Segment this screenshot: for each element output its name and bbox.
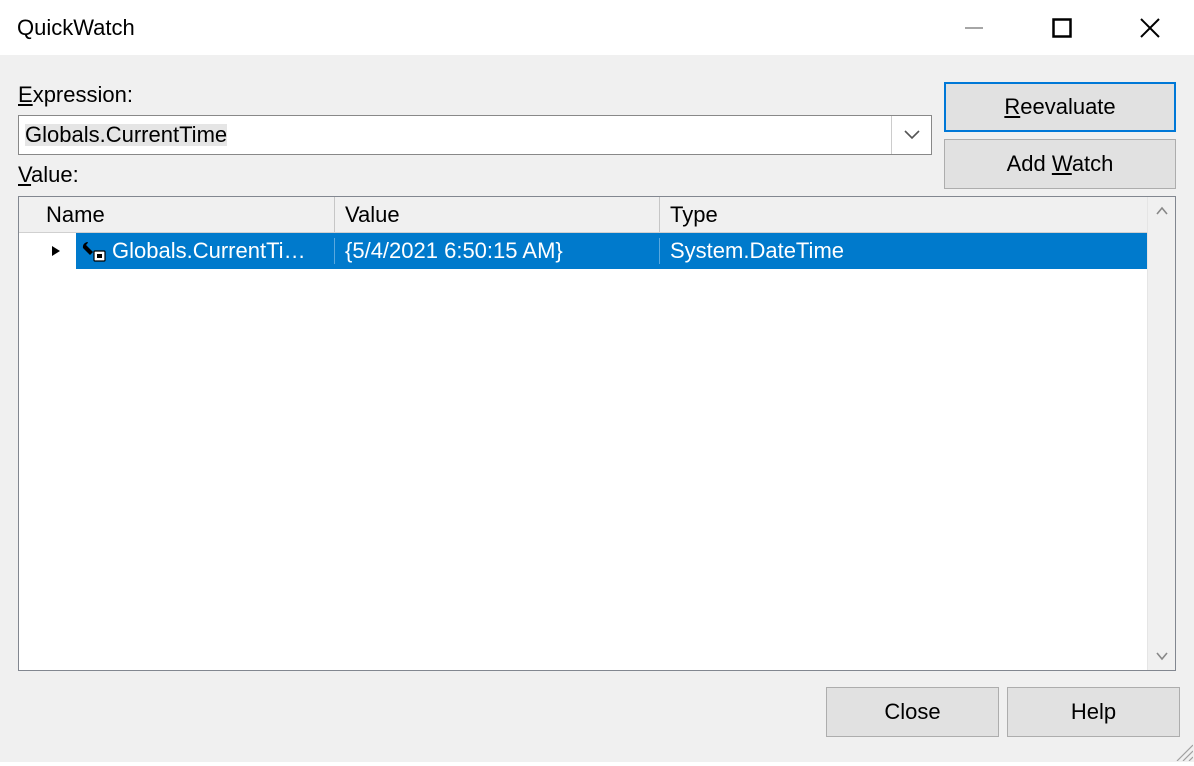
header-expand: [19, 197, 36, 232]
grip-icon: [1173, 741, 1193, 761]
expand-triangle-icon: [51, 245, 61, 257]
maximize-button[interactable]: [1018, 0, 1106, 55]
add-watch-label: Add Watch: [1007, 151, 1114, 177]
table-row[interactable]: Globals.CurrentTi… {5/4/2021 6:50:15 AM}…: [19, 233, 1147, 269]
expression-text: Globals.CurrentTime: [25, 124, 227, 146]
maximize-icon: [1051, 17, 1073, 39]
reevaluate-label: Reevaluate: [1004, 94, 1115, 120]
expression-dropdown-button[interactable]: [891, 116, 931, 154]
row-name: Globals.CurrentTi…: [110, 238, 335, 264]
expression-combobox[interactable]: Globals.CurrentTime: [18, 115, 932, 155]
row-type-icon: [76, 233, 110, 269]
minimize-button[interactable]: [930, 0, 1018, 55]
reevaluate-button[interactable]: Reevaluate: [944, 82, 1176, 132]
client-area: Expression: Globals.CurrentTime Value: R…: [0, 55, 1194, 762]
resize-grip[interactable]: [1173, 741, 1193, 761]
window-title: QuickWatch: [17, 15, 135, 41]
grid-scrollbar[interactable]: [1147, 197, 1175, 670]
window-controls: [930, 0, 1194, 55]
close-button[interactable]: Close: [826, 687, 999, 737]
row-type: System.DateTime: [660, 238, 1147, 264]
chevron-down-icon: [904, 130, 920, 140]
expression-label: Expression:: [18, 82, 133, 108]
grid-header: Name Value Type: [19, 197, 1147, 233]
minimize-icon: [963, 17, 985, 39]
header-value[interactable]: Value: [335, 197, 660, 232]
wrench-icon: [80, 240, 106, 262]
value-label: Value:: [18, 162, 79, 188]
row-value: {5/4/2021 6:50:15 AM}: [335, 238, 660, 264]
row-expand-toggle[interactable]: [36, 233, 76, 269]
scroll-down-icon: [1156, 648, 1168, 664]
close-icon: [1138, 16, 1162, 40]
help-label: Help: [1071, 699, 1116, 725]
row-gutter: [19, 233, 36, 269]
help-button[interactable]: Help: [1007, 687, 1180, 737]
header-name[interactable]: Name: [36, 197, 335, 232]
scroll-up-icon: [1156, 203, 1168, 219]
add-watch-button[interactable]: Add Watch: [944, 139, 1176, 189]
watch-grid: Name Value Type: [18, 196, 1176, 671]
grid-main: Name Value Type: [19, 197, 1147, 670]
expression-input[interactable]: Globals.CurrentTime: [19, 116, 891, 154]
grid-body: Globals.CurrentTi… {5/4/2021 6:50:15 AM}…: [19, 233, 1147, 670]
header-type[interactable]: Type: [660, 197, 1147, 232]
close-label: Close: [884, 699, 940, 725]
close-window-button[interactable]: [1106, 0, 1194, 55]
